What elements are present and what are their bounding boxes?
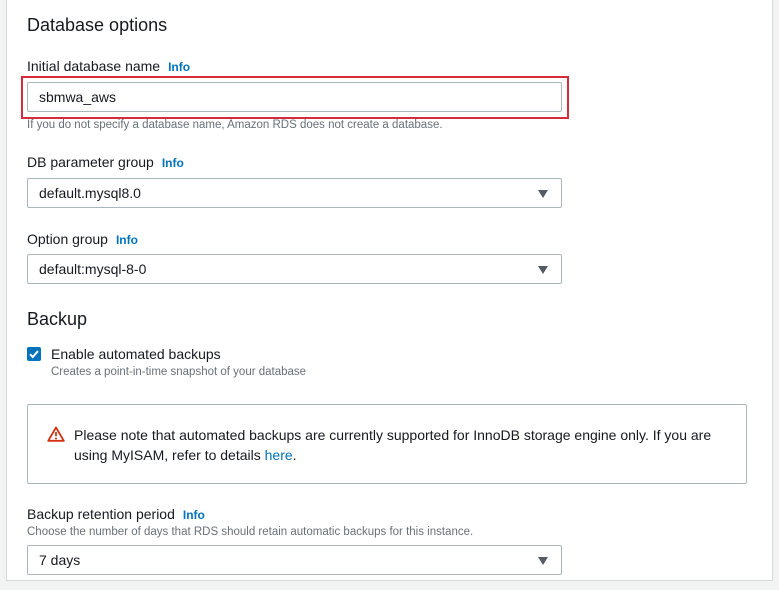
details-here-link[interactable]: here — [265, 447, 293, 463]
initial-db-name-label-row: Initial database name Info — [27, 58, 190, 74]
section-title-database-options: Database options — [27, 15, 168, 35]
backup-retention-label-row: Backup retention period Info — [27, 506, 205, 522]
warning-icon — [47, 426, 65, 442]
enable-automated-backups-hint: Creates a point-in-time snapshot of your… — [51, 366, 307, 378]
backup-retention-hint: Choose the number of days that RDS shoul… — [27, 526, 474, 538]
checkmark-icon — [29, 350, 39, 359]
backup-retention-label: Backup retention period — [27, 506, 175, 522]
initial-db-name-info-link[interactable]: Info — [168, 60, 190, 74]
db-parameter-group-value: default.mysql8.0 — [39, 185, 141, 201]
backup-retention-info-link[interactable]: Info — [183, 508, 205, 522]
warning-text-before-link: Please note that automated backups are c… — [74, 427, 712, 463]
option-group-info-link[interactable]: Info — [116, 233, 138, 247]
caret-down-icon — [538, 266, 548, 274]
initial-db-name-hint: If you do not specify a database name, A… — [27, 119, 443, 131]
warning-text-after-link: . — [292, 447, 297, 463]
option-group-select[interactable]: default:mysql-8-0 — [27, 254, 562, 284]
initial-db-name-input[interactable]: sbmwa_aws — [27, 82, 562, 112]
enable-automated-backups-checkbox[interactable] — [27, 347, 41, 361]
option-group-label: Option group — [27, 231, 108, 247]
db-parameter-group-label-row: DB parameter group Info — [27, 154, 184, 170]
db-parameter-group-label: DB parameter group — [27, 154, 154, 170]
db-parameter-group-info-link[interactable]: Info — [162, 156, 184, 170]
enable-automated-backups-label[interactable]: Enable automated backups — [51, 346, 221, 362]
initial-db-name-label: Initial database name — [27, 58, 161, 74]
option-group-value: default:mysql-8-0 — [39, 261, 147, 277]
option-group-label-row: Option group Info — [27, 231, 138, 247]
db-parameter-group-select[interactable]: default.mysql8.0 — [27, 178, 562, 208]
backup-retention-value: 7 days — [39, 552, 81, 568]
backup-warning-text: Please note that automated backups are c… — [74, 425, 724, 465]
section-title-backup: Backup — [27, 309, 88, 329]
backup-warning-alert: Please note that automated backups are c… — [27, 404, 747, 484]
caret-down-icon — [538, 557, 548, 565]
caret-down-icon — [538, 190, 548, 198]
backup-retention-select[interactable]: 7 days — [27, 545, 562, 575]
